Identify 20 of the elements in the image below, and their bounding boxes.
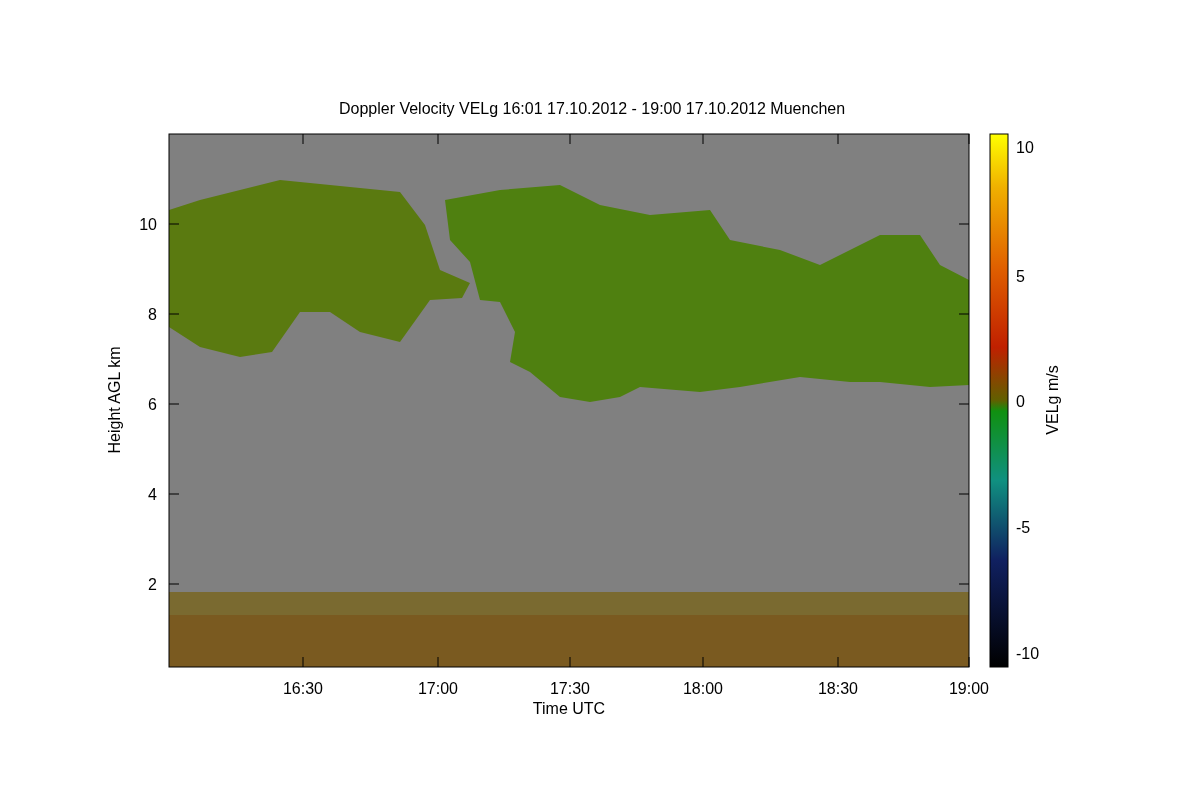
y-tick-label: 10 bbox=[139, 216, 157, 233]
x-tick-label: 17:00 bbox=[418, 680, 458, 697]
y-tick-label: 8 bbox=[148, 306, 157, 323]
x-tick-label: 16:30 bbox=[283, 680, 323, 697]
chart-title: Doppler Velocity VELg 16:01 17.10.2012 - 19:00 17.10.2012 Muenchen bbox=[338, 100, 846, 117]
colorbar-tick-label: -5 bbox=[1016, 519, 1031, 536]
x-tick-label: 19:00 bbox=[949, 680, 989, 697]
y-axis-title: Height AGL km bbox=[106, 346, 123, 454]
colorbar-tick-label: -10 bbox=[1016, 645, 1040, 662]
colorbar-tick-label: 0 bbox=[1016, 393, 1025, 410]
x-axis-title: Time UTC bbox=[532, 700, 606, 717]
x-tick-label: 17:30 bbox=[550, 680, 590, 697]
y-tick-label: 4 bbox=[148, 486, 157, 503]
y-tick-label: 2 bbox=[148, 576, 157, 593]
colorbar-title: VELg m/s bbox=[1044, 365, 1061, 435]
x-tick-label: 18:00 bbox=[683, 680, 723, 697]
colorbar-tick-label: 5 bbox=[1016, 268, 1025, 285]
x-tick-label: 18:30 bbox=[818, 680, 858, 697]
colorbar-tick-label: 10 bbox=[1016, 139, 1034, 156]
y-tick-label: 6 bbox=[148, 396, 157, 413]
